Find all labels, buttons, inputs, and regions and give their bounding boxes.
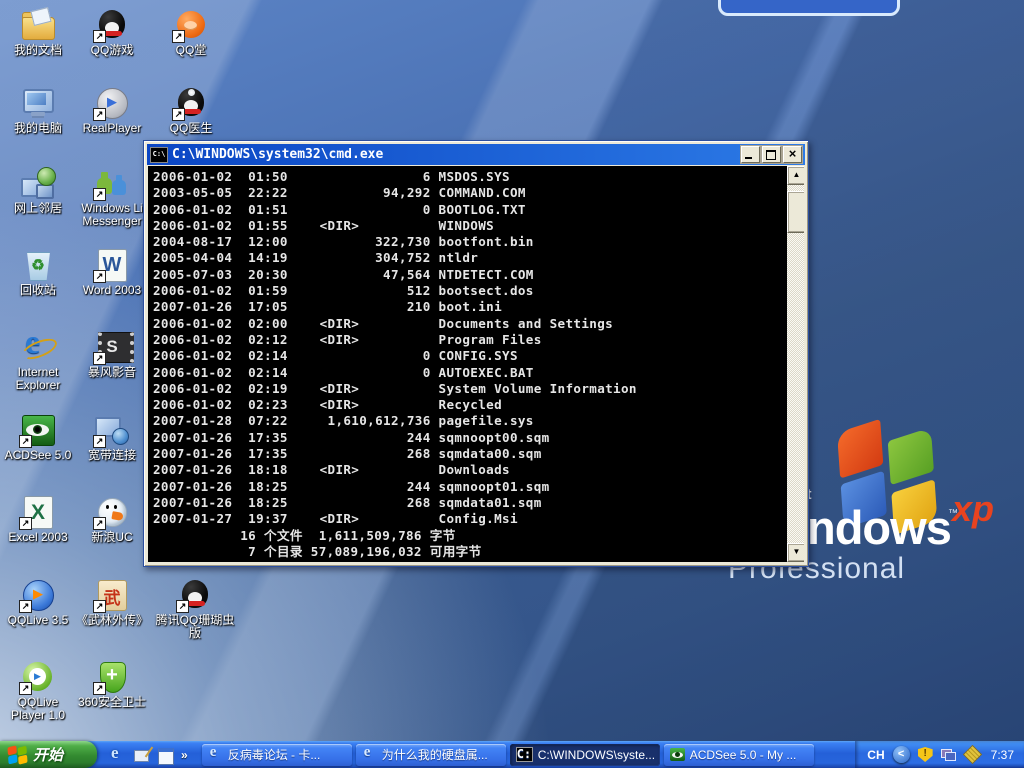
task-buttons: 反病毒论坛 - 卡... 为什么我的硬盘属... C:\ C:\WINDOWS\…: [202, 744, 814, 766]
task-button-harddisk-question[interactable]: 为什么我的硬盘属...: [356, 744, 506, 766]
shield-360-icon: ↗: [94, 660, 130, 694]
internet-explorer-icon: [20, 330, 56, 364]
acdsee-eye-icon: [670, 748, 685, 761]
system-tray: CH < ! 7:37: [855, 741, 1024, 768]
taskbar: 开始 » 反病毒论坛 - 卡... 为什么我的硬盘属... C:\ C:\WIN…: [0, 741, 1024, 768]
desktop-icon-wulin[interactable]: ↗ 《武林外传》: [74, 578, 150, 627]
desktop-icon-qq-coral[interactable]: ↗ 腾讯QQ珊瑚虫版: [153, 578, 237, 640]
sina-uc-duck-icon: ↗: [94, 495, 130, 529]
network-places-icon: [20, 166, 56, 200]
desktop-icon-storm-player[interactable]: ↗ 暴风影音: [74, 330, 150, 379]
acdsee-eye-icon: ↗: [20, 413, 56, 447]
qq-tang-pig-icon: ↗: [173, 8, 209, 42]
show-desktop-icon[interactable]: [133, 746, 150, 763]
tray-collapse-chevron-icon[interactable]: <: [893, 746, 910, 763]
wulin-game-icon: ↗: [94, 578, 130, 612]
qqlive-player-icon: ↗: [20, 660, 56, 694]
task-button-antivirus-forum[interactable]: 反病毒论坛 - 卡...: [202, 744, 352, 766]
desktop-icon-recycle-bin[interactable]: 回收站: [0, 248, 76, 297]
desktop-icon-my-documents[interactable]: 我的文档: [0, 8, 76, 57]
cmd-window-title: C:\WINDOWS\system32\cmd.exe: [172, 147, 741, 162]
desktop-icon-qqlive[interactable]: ↗ QQLive 3.5: [0, 578, 76, 627]
desktop-icon-broadband[interactable]: ↗ 宽带连接: [74, 413, 150, 462]
realplayer-icon: ↗: [94, 86, 130, 120]
cmd-icon: C:\: [150, 147, 168, 163]
start-button[interactable]: 开始: [0, 741, 97, 768]
scroll-down-button[interactable]: ▼: [787, 543, 804, 562]
start-label: 开始: [33, 744, 63, 765]
offscreen-window-edge: [718, 0, 900, 16]
windows-flag-icon: [7, 745, 28, 764]
desktop-icon-my-computer[interactable]: 我的电脑: [0, 86, 76, 135]
qqlive-play-icon: ↗: [20, 578, 56, 612]
internet-explorer-icon: [362, 748, 377, 761]
word-document-icon: ↗: [94, 248, 130, 282]
network-monitors-icon[interactable]: [941, 747, 956, 762]
security-alert-icon[interactable]: !: [918, 747, 933, 762]
desktop-icon-qqlive-player[interactable]: ↗ QQLive Player 1.0: [0, 660, 76, 722]
console-area[interactable]: 2006-01-02 01:50 6 MSDOS.SYS 2003-05-05 …: [148, 166, 804, 562]
quick-launch: »: [97, 746, 196, 763]
desktop-icon-windows-live-messenger[interactable]: ↗ Windows Li Messenger: [74, 166, 150, 228]
gold-diamond-icon[interactable]: [963, 745, 982, 764]
task-button-acdsee[interactable]: ACDSee 5.0 - My ...: [664, 744, 814, 766]
my-computer-icon: [20, 86, 56, 120]
qq-doctor-penguin-icon: ↗: [173, 86, 209, 120]
close-button[interactable]: [783, 146, 802, 163]
messenger-people-icon: ↗: [94, 166, 130, 200]
desktop-icon-realplayer[interactable]: ↗ RealPlayer: [74, 86, 150, 135]
desktop-icon-network-places[interactable]: 网上邻居: [0, 166, 76, 215]
excel-spreadsheet-icon: ↗: [20, 495, 56, 529]
clock[interactable]: 7:37: [991, 748, 1014, 762]
desktop-icon-qq-game[interactable]: ↗ QQ游戏: [74, 8, 150, 57]
qq-penguin-icon: ↗: [94, 8, 130, 42]
desktop-icon-sina-uc[interactable]: ↗ 新浪UC: [74, 495, 150, 544]
brand-xp: xp: [952, 488, 994, 530]
desktop-icon-acdsee[interactable]: ↗ ACDSee 5.0: [0, 413, 76, 462]
language-indicator[interactable]: CH: [867, 748, 884, 762]
internet-explorer-icon: [208, 748, 223, 761]
qq-coral-penguin-icon: ↗: [177, 578, 213, 612]
internet-explorer-icon[interactable]: [109, 746, 126, 763]
scroll-up-button[interactable]: ▲: [787, 166, 804, 185]
cmd-icon: C:\: [516, 747, 533, 762]
cmd-window: C:\ C:\WINDOWS\system32\cmd.exe 2006-01-…: [143, 140, 809, 567]
my-documents-folder-icon: [20, 8, 56, 42]
desktop-icon-360-safe[interactable]: ↗ 360安全卫士: [74, 660, 150, 709]
task-button-cmd[interactable]: C:\ C:\WINDOWS\syste...: [510, 744, 660, 766]
console-output: 2006-01-02 01:50 6 MSDOS.SYS 2003-05-05 …: [148, 166, 804, 560]
scrollbar-thumb[interactable]: [787, 191, 804, 233]
broadband-connection-icon: ↗: [94, 413, 130, 447]
recycle-bin-icon: [20, 248, 56, 282]
desktop-icon-qq-doctor[interactable]: ↗ QQ医生: [153, 86, 229, 135]
maximize-button[interactable]: [762, 146, 781, 163]
quick-launch-overflow-chevron[interactable]: »: [181, 748, 188, 762]
storm-player-filmstrip-icon: ↗: [94, 330, 130, 364]
cmd-title-bar[interactable]: C:\ C:\WINDOWS\system32\cmd.exe: [147, 144, 805, 165]
browser-window-icon[interactable]: [157, 746, 174, 763]
desktop-icon-excel-2003[interactable]: ↗ Excel 2003: [0, 495, 76, 544]
desktop-icon-qq-tang[interactable]: ↗ QQ堂: [153, 8, 229, 57]
desktop-icon-internet-explorer[interactable]: Internet Explorer: [0, 330, 76, 392]
scrollbar[interactable]: ▲ ▼: [787, 166, 804, 562]
desktop-icon-word-2003[interactable]: ↗ Word 2003: [74, 248, 150, 297]
minimize-button[interactable]: [741, 146, 760, 163]
